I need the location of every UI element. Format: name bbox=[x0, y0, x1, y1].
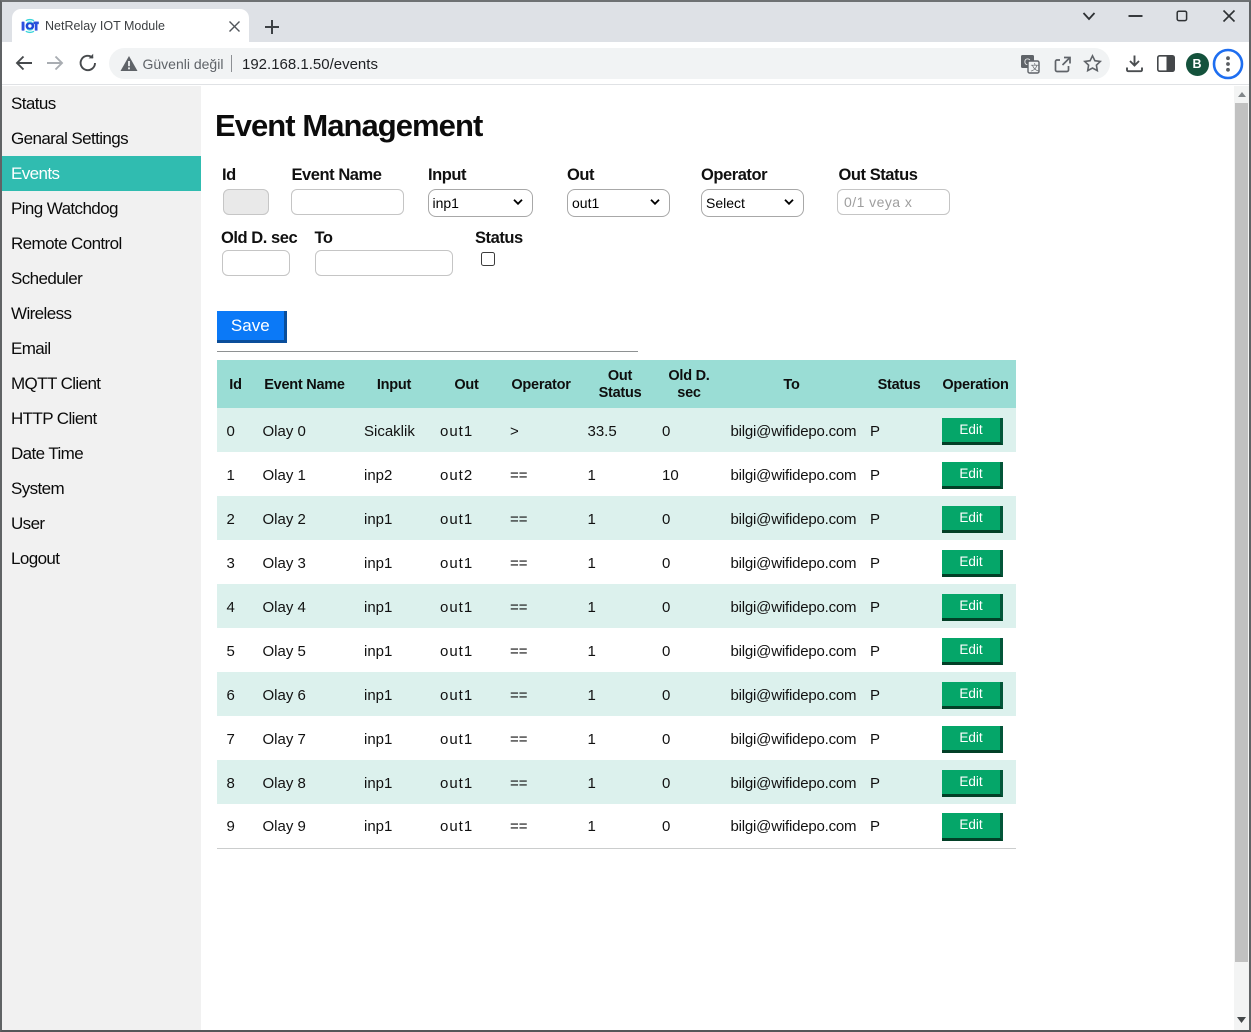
svg-text:文: 文 bbox=[1031, 63, 1040, 73]
